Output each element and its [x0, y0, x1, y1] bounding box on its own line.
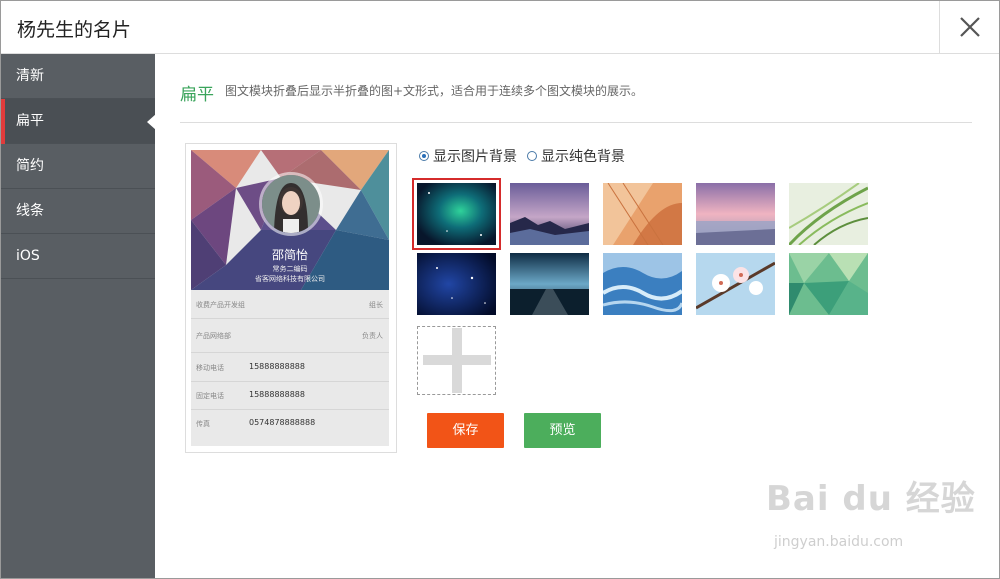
- mode-title: 扁平: [180, 85, 214, 105]
- close-icon: [959, 17, 980, 37]
- close-button[interactable]: [939, 1, 999, 53]
- row-value: 15888888888: [249, 390, 305, 399]
- radio-unchecked-icon: [527, 151, 537, 161]
- card-style-dialog: 杨先生的名片 清新 扁平 简约 线条 iOS 扁平 图文模块折叠后显示半折叠的图…: [0, 0, 1000, 579]
- radio-image-background[interactable]: 显示图片背景: [419, 146, 517, 166]
- radio-checked-icon: [419, 151, 429, 161]
- sidebar-item-ios[interactable]: iOS: [1, 234, 155, 279]
- preview-button[interactable]: 预览: [524, 413, 601, 448]
- mode-description: 图文模块折叠后显示半折叠的图+文形式，适合用于连续多个图文模块的展示。: [225, 84, 644, 98]
- background-thumb-sunset-sea[interactable]: [696, 183, 775, 245]
- row-right: 组长: [369, 301, 383, 309]
- row-right: 负责人: [362, 332, 383, 340]
- card-row: 固定电话 15888888888: [191, 381, 389, 410]
- card-row: 移动电话 15888888888: [191, 353, 389, 382]
- watermark-logo: Bai du 经验: [766, 479, 976, 519]
- sidebar-item-label: 清新: [16, 68, 44, 84]
- background-thumb-cherry-blossom[interactable]: [696, 253, 775, 315]
- card-row: 传真 0574878888888: [191, 409, 389, 437]
- row-label: 固定电话: [196, 392, 224, 400]
- row-value: 0574878888888: [249, 418, 316, 427]
- row-label: 传真: [196, 420, 210, 428]
- dialog-title: 杨先生的名片: [17, 19, 132, 41]
- sidebar-item-lines[interactable]: 线条: [1, 189, 155, 234]
- sidebar-item-label: 线条: [16, 203, 44, 219]
- sidebar-item-fresh[interactable]: 清新: [1, 54, 155, 99]
- background-type-radios: 显示图片背景 显示纯色背景: [419, 146, 625, 166]
- card-row: 收费产品开发组 组长: [191, 290, 389, 319]
- background-thumb-green-grass[interactable]: [789, 183, 868, 245]
- card-preview: 邵简怡 常务二编码 省客网络科技有限公司 收费产品开发组 组长 产品网络部 负责…: [185, 143, 397, 453]
- card-name: 邵简怡: [271, 248, 308, 262]
- sidebar-item-simple[interactable]: 简约: [1, 144, 155, 189]
- sidebar-item-label: 扁平: [16, 113, 44, 129]
- background-thumb-orange-leaves[interactable]: [603, 183, 682, 245]
- background-thumb-galaxy[interactable]: [412, 178, 501, 250]
- row-value: 15888888888: [249, 362, 305, 371]
- radio-label: 显示纯色背景: [541, 149, 625, 165]
- add-background-button[interactable]: [417, 326, 496, 395]
- card-company: 省客网络科技有限公司: [255, 275, 325, 283]
- dialog-header: 杨先生的名片: [1, 1, 999, 54]
- row-label: 产品网络部: [196, 332, 231, 340]
- card-row: 产品网络部 负责人: [191, 321, 389, 353]
- sidebar-item-label: iOS: [16, 248, 40, 264]
- card-subtitle: 常务二编码: [272, 265, 308, 273]
- watermark-url: jingyan.baidu.com: [774, 534, 904, 550]
- row-label: 移动电话: [196, 364, 224, 372]
- sidebar-item-label: 简约: [16, 158, 44, 174]
- sidebar-item-flat[interactable]: 扁平: [1, 99, 156, 144]
- background-thumb-green-polygon[interactable]: [789, 253, 868, 315]
- row-label: 收费产品开发组: [196, 301, 245, 309]
- divider: [180, 122, 972, 123]
- business-card: 邵简怡 常务二编码 省客网络科技有限公司 收费产品开发组 组长 产品网络部 负责…: [191, 150, 389, 446]
- save-button[interactable]: 保存: [427, 413, 504, 448]
- background-thumb-star-night[interactable]: [417, 253, 496, 315]
- style-sidebar: 清新 扁平 简约 线条 iOS: [1, 54, 156, 578]
- radio-solid-background[interactable]: 显示纯色背景: [527, 146, 625, 166]
- avatar: [259, 172, 323, 236]
- background-thumb-road-night[interactable]: [510, 253, 589, 315]
- background-thumb-blue-waves[interactable]: [603, 253, 682, 315]
- radio-label: 显示图片背景: [433, 149, 517, 165]
- background-thumb-purple-sea[interactable]: [510, 183, 589, 245]
